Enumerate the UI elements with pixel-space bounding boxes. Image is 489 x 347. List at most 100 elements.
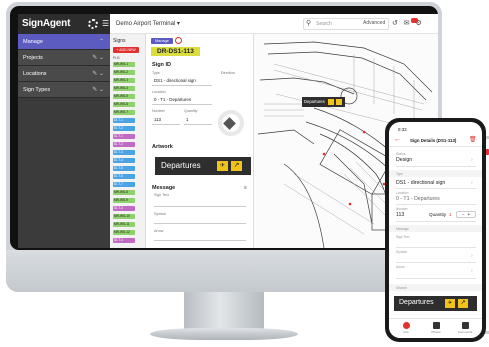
- plane-departure-icon: ✈: [445, 299, 455, 308]
- collapse-menu-icon[interactable]: ☰: [102, 19, 109, 28]
- map-sign-callout[interactable]: Departures: [302, 97, 345, 107]
- type-select[interactable]: DS1 - directional sign: [396, 180, 445, 186]
- quantity-value: 1: [449, 212, 452, 217]
- sign-tag[interactable]: DI-T-4: [113, 158, 135, 163]
- sidebar-item-locations[interactable]: Locations ✎ ⌄: [18, 66, 110, 82]
- map-callout-text: Departures: [304, 99, 325, 104]
- quantity-label: Quantity: [184, 109, 198, 113]
- signs-list-title: Signs: [113, 38, 126, 44]
- monitor-stand-base: [150, 328, 298, 340]
- tab-info[interactable]: Info: [391, 322, 421, 334]
- sidebar-item-manage[interactable]: Manage ⌃: [18, 34, 110, 50]
- sign-tag[interactable]: ID-T-1: [113, 134, 135, 139]
- arrow-up-right-icon: ↗: [231, 161, 242, 171]
- camera-icon: [432, 322, 440, 329]
- mobile-artwork-text: Departures: [399, 299, 434, 306]
- sign-tag[interactable]: DI-T-3: [113, 150, 135, 155]
- sign-tag[interactable]: MR-WS-8: [113, 190, 135, 195]
- sign-tag[interactable]: MR-WS-5: [113, 94, 135, 99]
- sign-tag[interactable]: ID-T-4: [113, 238, 135, 243]
- sign-tag[interactable]: MR-WS-2: [113, 70, 135, 75]
- sidebar-nav: Manage ⌃ Projects ✎ ⌄ Locations ✎ ⌄ Sign…: [18, 34, 110, 248]
- sign-tag[interactable]: DI-T-2: [113, 126, 135, 131]
- type-section-band: Type: [389, 170, 482, 177]
- edit-icon[interactable]: [175, 37, 182, 44]
- status-bar-time: 9:32: [398, 127, 407, 132]
- sign-tag[interactable]: DI-T-6: [113, 174, 135, 179]
- monitor-chin: [6, 250, 442, 292]
- sign-tag[interactable]: MR-WS-7: [113, 110, 135, 115]
- status-select[interactable]: Design: [396, 157, 412, 163]
- notifications-icon[interactable]: ✉: [404, 20, 410, 27]
- arrow-underline: [154, 240, 246, 241]
- mobile-artwork-preview[interactable]: Departures ✈ ↗: [394, 296, 477, 311]
- sign-tag[interactable]: DI-T-1: [113, 118, 135, 123]
- location-select[interactable]: 0 - T1 - Departures: [396, 196, 440, 202]
- advanced-search-button[interactable]: Advanced: [363, 20, 385, 26]
- symbol-divider: [396, 262, 476, 263]
- wrench-icon: ✎ ⌄: [92, 71, 104, 77]
- quantity-underline: [184, 124, 212, 125]
- add-sign-button[interactable]: + ADD NEW: [113, 47, 139, 53]
- message-heading: Message: [152, 185, 176, 191]
- sign-tag[interactable]: MR-WS-12: [113, 230, 135, 235]
- sign-tag[interactable]: MR-WS-10: [113, 214, 135, 219]
- sign-tag[interactable]: ID-T-2: [113, 142, 135, 147]
- message-menu-icon[interactable]: ≡: [244, 185, 247, 191]
- chevron-right-icon: ›: [471, 180, 473, 186]
- artwork-section-band: Artwork: [389, 284, 482, 291]
- sign-tag[interactable]: MR-WS-9: [113, 198, 135, 203]
- type-underline: [152, 85, 212, 86]
- signs-list-panel: Signs + ADD NEW PLB MR-WS-1 MR-WS-2 MR-WS-…: [110, 34, 146, 248]
- type-select[interactable]: DS1 - directional sign: [154, 78, 196, 83]
- sign-tag[interactable]: MR-WS-11: [113, 222, 135, 227]
- status-divider: [396, 166, 476, 167]
- sign-tag[interactable]: DI-T-5: [113, 166, 135, 171]
- number-field[interactable]: 113: [396, 212, 404, 218]
- desktop-monitor: SignAgent ☰ Demo Airport Terminal ▾ ⚲ Se…: [6, 2, 442, 292]
- direction-label: Direction: [221, 71, 236, 75]
- tab-comments[interactable]: Comments: [450, 322, 480, 334]
- sign-tag[interactable]: MR-WS-6: [113, 102, 135, 107]
- sidebar-item-projects[interactable]: Projects ✎ ⌄: [18, 50, 110, 66]
- info-icon: [402, 322, 410, 329]
- delete-icon[interactable]: 🗑: [469, 136, 477, 143]
- sidebar-item-sign-types[interactable]: Sign Types ✎ ⌄: [18, 82, 110, 98]
- number-underline: [152, 124, 180, 125]
- location-label: Location: [152, 90, 166, 94]
- quantity-stepper[interactable]: − +: [456, 211, 476, 218]
- sign-tag[interactable]: ID-T-3: [113, 206, 135, 211]
- plane-departure-icon: ✈: [217, 161, 228, 171]
- chevron-right-icon: ›: [471, 268, 473, 274]
- back-arrow-icon[interactable]: ←: [394, 136, 401, 143]
- mobile-header: ← Sign Details (DS1-113) 🗑: [389, 134, 482, 147]
- sign-tag[interactable]: MR-WS-1: [113, 62, 135, 67]
- sign-code-badge: DR-DS1-113: [151, 47, 200, 56]
- number-label: Number: [396, 207, 408, 211]
- artwork-preview[interactable]: Departures ✈ ↗: [155, 157, 251, 175]
- artwork-heading: Artwork: [152, 144, 173, 150]
- mobile-phone: 9:32 ← Sign Details (DS1-113) 🗑 Status D…: [385, 118, 486, 342]
- symbol-underline: [154, 223, 246, 224]
- search-placeholder: Search: [316, 21, 332, 27]
- monitor-stand-neck: [184, 292, 264, 330]
- sign-tag[interactable]: MR-WS-4: [113, 86, 135, 91]
- number-field[interactable]: 113: [154, 117, 161, 122]
- sign-tag[interactable]: DI-T-7: [113, 182, 135, 187]
- location-label: Location: [396, 191, 409, 195]
- quantity-label: Quantity: [429, 212, 447, 217]
- comments-icon: [461, 322, 469, 329]
- wrench-icon: ✎ ⌄: [92, 87, 104, 93]
- sign-detail-panel: Manage DR-DS1-113 Sign ID Type Direction…: [146, 34, 254, 248]
- sign-text-underline: [154, 206, 246, 207]
- location-select[interactable]: 0 - T1 - Departures: [154, 97, 191, 102]
- desktop-app-screen: SignAgent ☰ Demo Airport Terminal ▾ ⚲ Se…: [18, 14, 438, 248]
- chevron-up-icon: ⌃: [98, 39, 104, 45]
- mobile-app-screen: 9:32 ← Sign Details (DS1-113) 🗑 Status D…: [389, 122, 482, 338]
- undo-icon[interactable]: ↺: [392, 20, 398, 27]
- project-selector[interactable]: Demo Airport Terminal ▾: [116, 20, 180, 27]
- tab-photos[interactable]: Photos: [421, 322, 451, 334]
- manage-chip[interactable]: Manage: [151, 38, 173, 44]
- quantity-field[interactable]: 1: [186, 117, 188, 122]
- sign-tag[interactable]: MR-WS-3: [113, 78, 135, 83]
